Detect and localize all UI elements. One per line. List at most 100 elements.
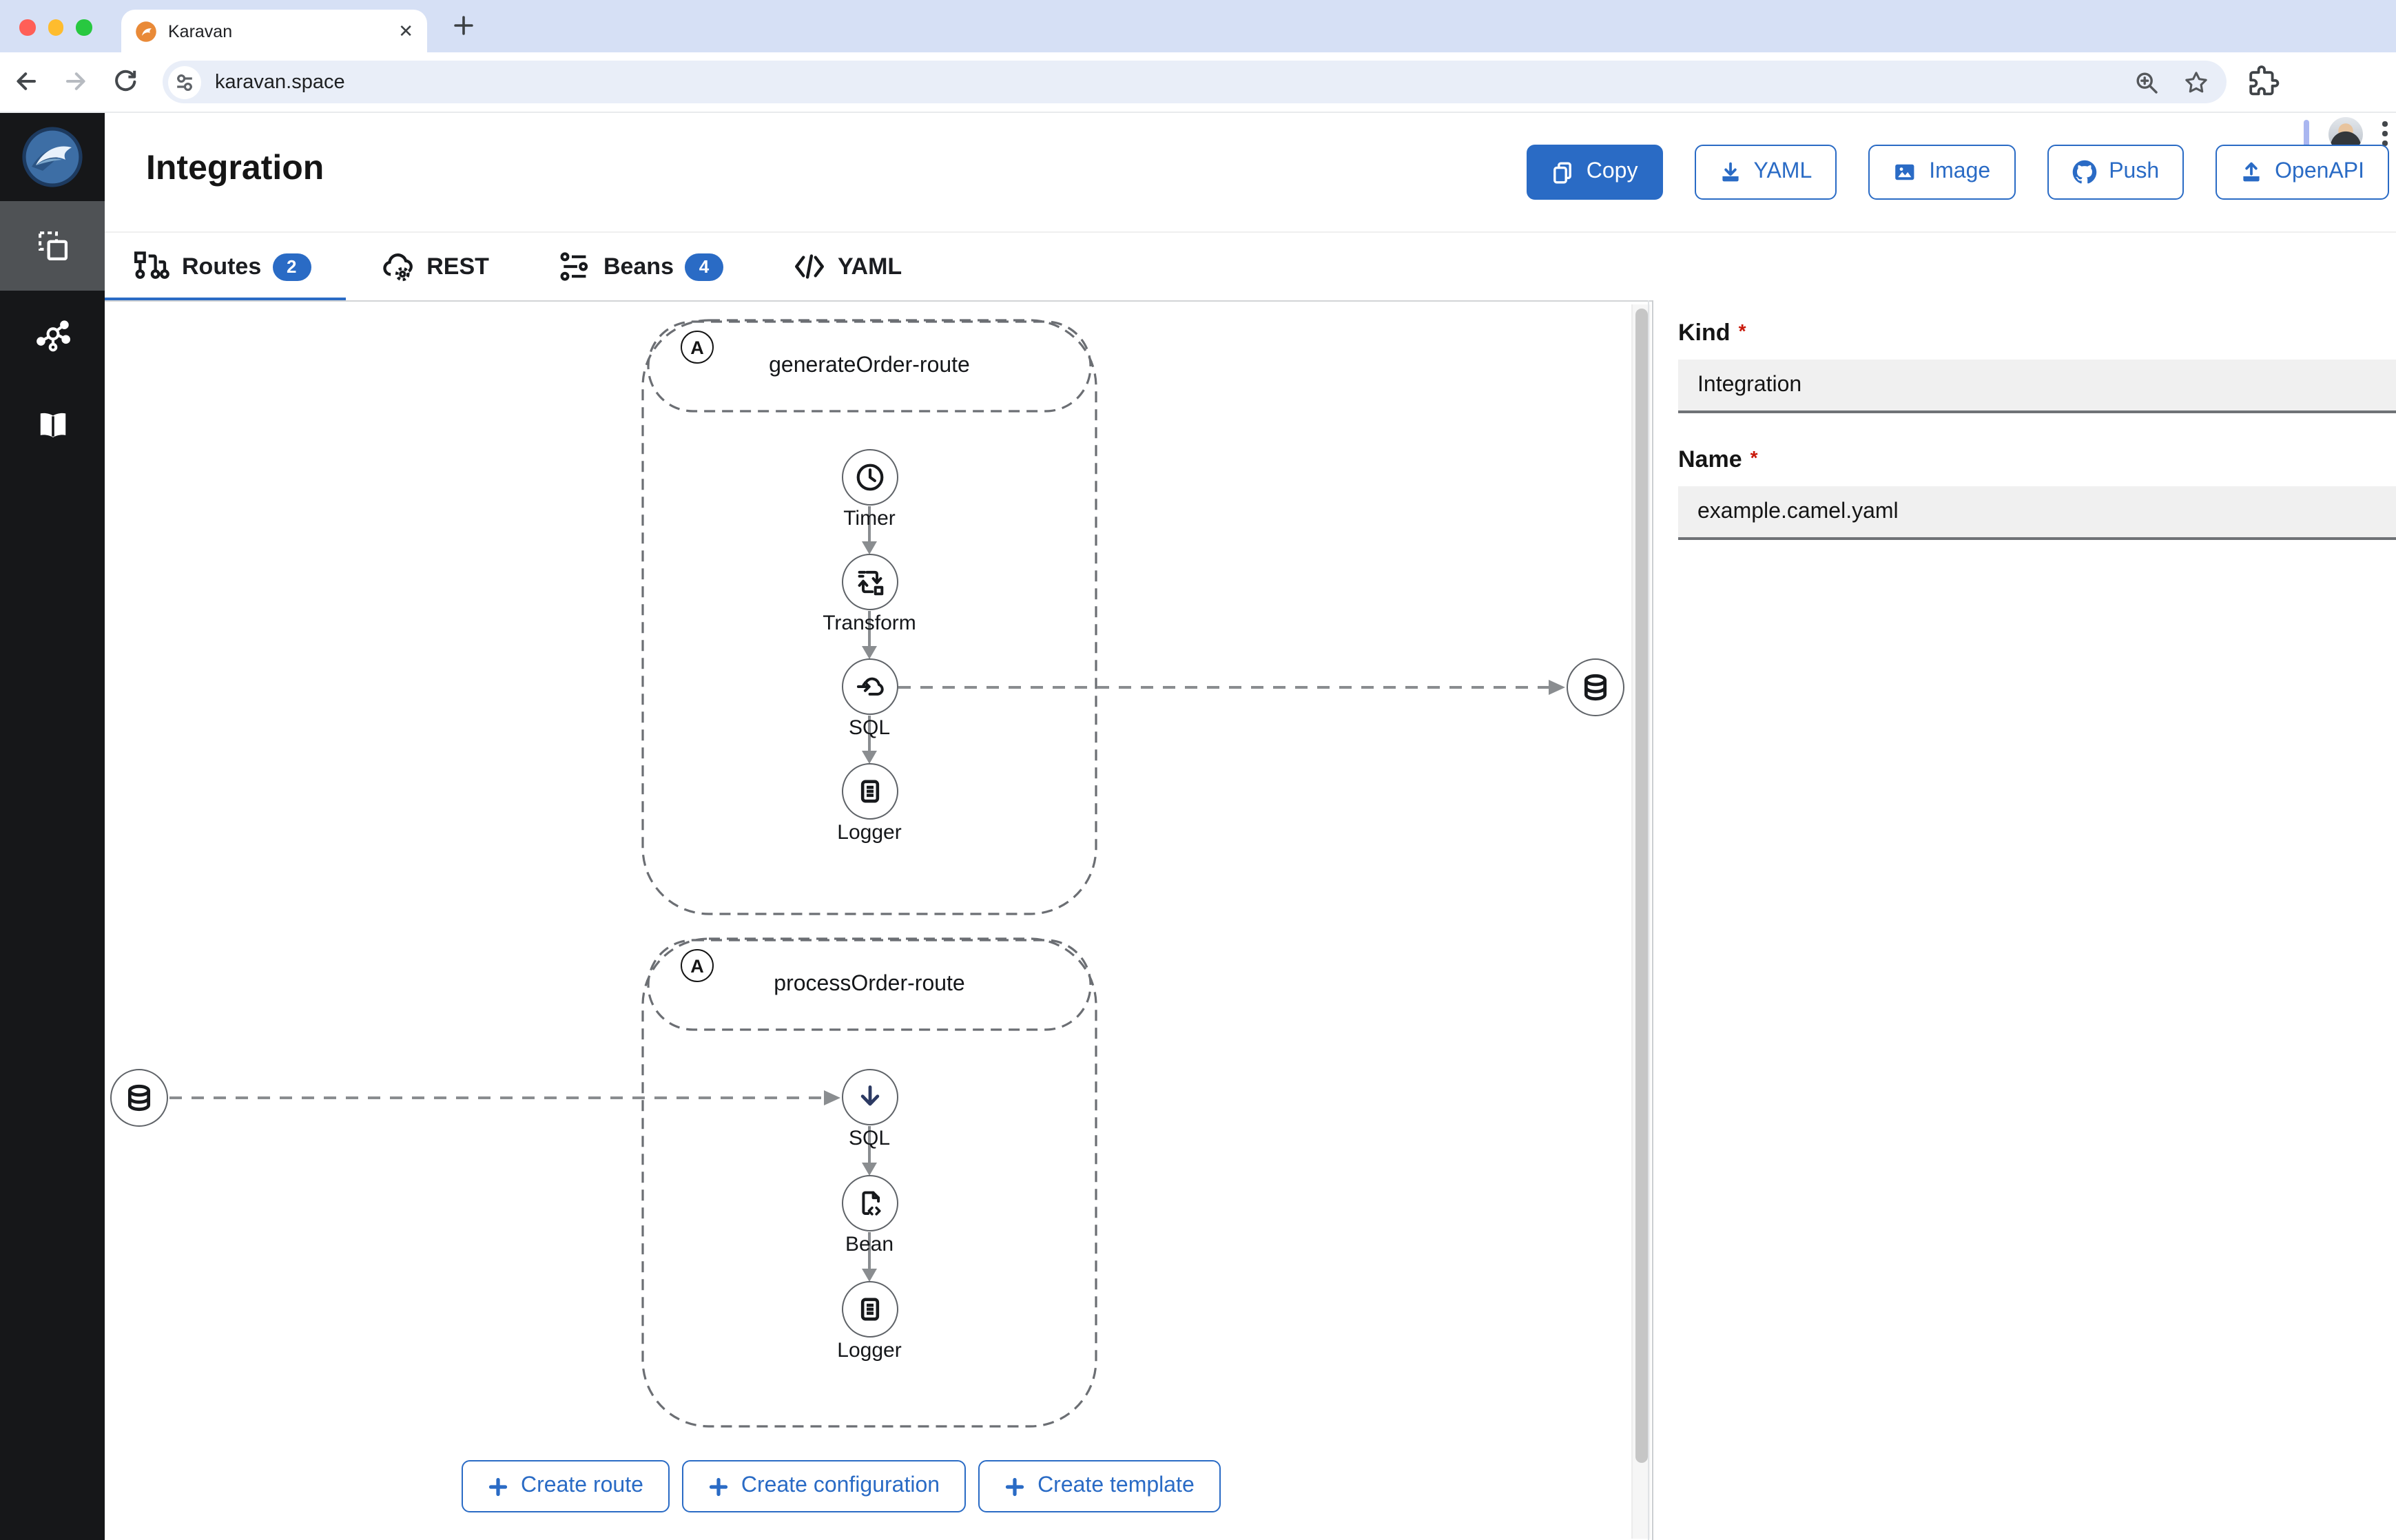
new-tab-button[interactable] — [452, 14, 475, 37]
screen: Karavan ✕ karavan.space Integration Copy… — [0, 0, 2396, 1540]
image-export-button[interactable]: Image — [1868, 145, 2016, 200]
tab-rest[interactable]: REST — [345, 233, 524, 300]
karavan-favicon-icon — [135, 20, 157, 42]
image-icon — [1893, 161, 1917, 183]
database-icon — [121, 1080, 157, 1116]
window-controls — [19, 19, 92, 35]
sidebar-item-projects[interactable] — [0, 201, 105, 291]
kind-field: Kind * Integration — [1678, 320, 2396, 413]
back-icon[interactable] — [11, 66, 41, 96]
step-label: Transform — [823, 612, 916, 635]
address-bar[interactable]: karavan.space — [163, 61, 2227, 103]
create-buttons-row: Create route Create configuration Create… — [462, 1460, 1221, 1512]
step-label: Bean — [845, 1233, 894, 1256]
browser-tab[interactable]: Karavan ✕ — [121, 10, 427, 52]
step-node-sql-consumer[interactable]: SQL — [794, 1069, 945, 1150]
github-icon — [2072, 160, 2096, 185]
tab-yaml[interactable]: YAML — [758, 233, 936, 300]
database-endpoint[interactable] — [1567, 658, 1624, 716]
required-asterisk: * — [1738, 320, 1746, 342]
step-node-timer[interactable]: Timer — [794, 449, 945, 530]
beans-icon — [558, 249, 592, 284]
browser-tab-strip: Karavan ✕ — [0, 0, 2396, 52]
browser-toolbar: karavan.space — [0, 52, 2396, 152]
create-route-button[interactable]: Create route — [462, 1460, 670, 1512]
fullscreen-window-button[interactable] — [76, 19, 92, 35]
minimize-window-button[interactable] — [48, 19, 63, 35]
step-node-logger[interactable]: Logger — [794, 763, 945, 844]
arrow-down-icon — [841, 1069, 898, 1125]
cloud-arrow-icon — [841, 658, 898, 715]
step-label: Logger — [837, 821, 902, 844]
logger-icon — [841, 763, 898, 820]
name-field: Name * example.camel.yaml — [1678, 446, 2396, 540]
app-header: Integration Copy YAML Image Push OpenAPI — [105, 113, 2396, 231]
karavan-app: Integration Copy YAML Image Push OpenAPI… — [0, 113, 2396, 1540]
main-area: Integration Copy YAML Image Push OpenAPI… — [105, 113, 2396, 1540]
step-label: SQL — [848, 716, 890, 740]
knowledgebase-icon — [34, 406, 71, 444]
app-sidebar — [0, 113, 105, 1540]
routes-icon — [132, 251, 171, 282]
step-label: SQL — [848, 1127, 890, 1150]
extensions-icon[interactable] — [2247, 65, 2280, 98]
sidebar-item-knowledgebase[interactable] — [0, 380, 105, 470]
scrollbar-thumb[interactable] — [1635, 309, 1647, 1463]
zoom-icon[interactable] — [2133, 68, 2160, 96]
tab-routes[interactable]: Routes 2 — [105, 233, 345, 302]
logger-icon — [841, 1281, 898, 1338]
plus-icon — [1004, 1476, 1025, 1497]
create-configuration-button[interactable]: Create configuration — [681, 1460, 967, 1512]
step-node-sql-producer[interactable]: SQL — [794, 658, 945, 740]
step-node-logger[interactable]: Logger — [794, 1281, 945, 1362]
close-tab-icon[interactable]: ✕ — [398, 22, 413, 40]
code-icon — [792, 249, 827, 284]
route-title[interactable]: generateOrder-route — [648, 354, 1091, 379]
route-title[interactable]: processOrder-route — [648, 972, 1091, 997]
timer-icon — [841, 449, 898, 506]
kind-input[interactable]: Integration — [1678, 360, 2396, 413]
create-template-button[interactable]: Create template — [978, 1460, 1221, 1512]
push-button[interactable]: Push — [2047, 145, 2185, 200]
step-node-transform[interactable]: Transform — [794, 554, 945, 635]
reload-icon[interactable] — [110, 66, 141, 96]
step-label: Logger — [837, 1339, 902, 1362]
designer-tabs: Routes 2 REST Beans 4 YAML — [105, 231, 2396, 302]
kind-label: Kind * — [1678, 320, 1746, 346]
topology-icon — [34, 317, 71, 354]
openapi-button[interactable]: OpenAPI — [2216, 145, 2389, 200]
tab-title: Karavan — [168, 21, 233, 41]
database-endpoint[interactable] — [110, 1069, 168, 1127]
plus-icon — [708, 1476, 729, 1497]
karavan-logo[interactable] — [0, 113, 105, 201]
routes-canvas[interactable]: A generateOrder-route Timer Transform SQ… — [105, 300, 1652, 1540]
database-icon — [1578, 669, 1613, 705]
site-settings-icon[interactable] — [168, 65, 201, 98]
plus-icon — [488, 1476, 508, 1497]
name-label: Name * — [1678, 446, 1758, 472]
yaml-download-button[interactable]: YAML — [1694, 145, 1837, 200]
name-input[interactable]: example.camel.yaml — [1678, 486, 2396, 540]
url-text: karavan.space — [215, 71, 345, 93]
copy-icon — [1552, 160, 1574, 184]
header-actions: Copy YAML Image Push OpenAPI — [1527, 145, 2389, 200]
page-title: Integration — [146, 149, 324, 187]
beans-count-badge: 4 — [685, 253, 723, 280]
sidebar-item-topology[interactable] — [0, 291, 105, 380]
close-window-button[interactable] — [19, 19, 35, 35]
upload-icon — [2240, 161, 2262, 183]
routes-count-badge: 2 — [272, 253, 311, 280]
forward-icon[interactable] — [61, 66, 91, 96]
step-node-bean[interactable]: Bean — [794, 1175, 945, 1256]
step-label: Timer — [843, 507, 896, 530]
copy-button[interactable]: Copy — [1527, 145, 1663, 200]
cloud-gear-icon — [380, 249, 415, 284]
transform-icon — [841, 554, 898, 610]
projects-icon — [34, 227, 71, 264]
bookmark-star-icon[interactable] — [2182, 68, 2210, 96]
properties-panel: Kind * Integration Name * example.camel.ya… — [1648, 300, 2396, 1540]
tab-beans[interactable]: Beans 4 — [524, 233, 758, 300]
designer-content: A generateOrder-route Timer Transform SQ… — [105, 300, 2396, 1540]
bean-file-icon — [841, 1175, 898, 1231]
download-icon — [1719, 161, 1741, 183]
